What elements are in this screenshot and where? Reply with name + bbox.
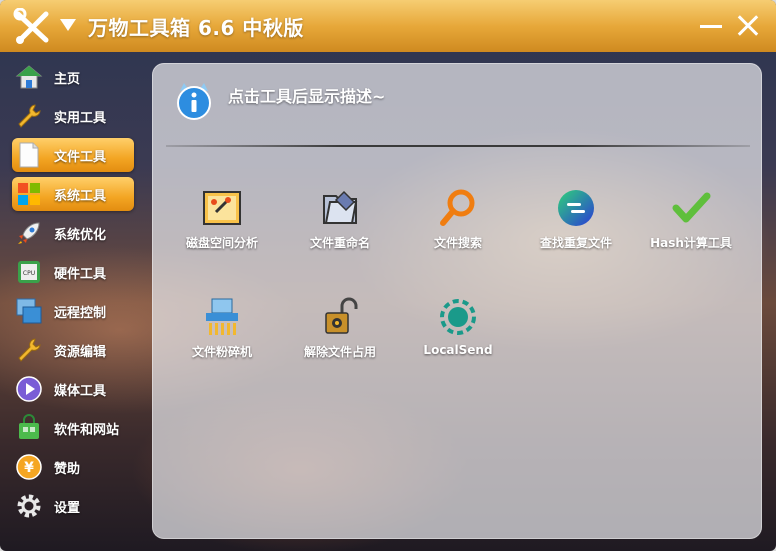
rocket-icon: [14, 218, 44, 248]
sidebar-item-software-web[interactable]: 软件和网站: [12, 411, 134, 445]
content-panel: 点击工具后显示描述~ 磁盘空间分析 文件重命名 文件搜索 查找重复文件 Hash…: [152, 63, 762, 539]
tool-duplicate-finder[interactable]: 查找重复文件: [517, 188, 635, 258]
sidebar-item-utilities[interactable]: 实用工具: [12, 99, 134, 133]
tool-file-shredder[interactable]: 文件粉碎机: [163, 297, 281, 367]
unlock-icon: [320, 297, 360, 337]
tool-description: 点击工具后显示描述~: [228, 87, 386, 106]
windows-logo-icon: [14, 179, 44, 209]
play-icon: [14, 374, 44, 404]
app-window: 万物工具箱 6.6 中秋版 主页 实用工具 文件工具 系统工具 系统优化 CPU…: [0, 0, 776, 551]
sidebar-item-media[interactable]: 媒体工具: [12, 372, 134, 406]
tool-file-rename[interactable]: 文件重命名: [281, 188, 399, 258]
wrench-icon: [14, 101, 44, 131]
app-title: 万物工具箱 6.6 中秋版: [88, 16, 304, 40]
shredder-icon: [202, 297, 242, 337]
search-icon: [438, 188, 478, 228]
sidebar-item-system-tools[interactable]: 系统工具: [12, 177, 134, 211]
tool-unlock-file[interactable]: 解除文件占用: [281, 297, 399, 367]
title-bar[interactable]: 万物工具箱 6.6 中秋版: [0, 0, 776, 52]
file-icon: [14, 140, 44, 170]
app-logo-icon[interactable]: [12, 8, 52, 46]
sidebar-item-settings[interactable]: 设置: [12, 489, 134, 523]
disk-analyzer-icon: [202, 188, 242, 228]
info-icon: [177, 83, 211, 120]
rename-folder-icon: [320, 188, 360, 228]
divider: [166, 145, 750, 147]
cpu-icon: CPU: [14, 257, 44, 287]
yuan-coin-icon: ¥: [14, 452, 44, 482]
svg-text:CPU: CPU: [23, 270, 35, 277]
sidebar-item-file-tools[interactable]: 文件工具: [12, 138, 134, 172]
sidebar-item-sponsor[interactable]: ¥ 赞助: [12, 450, 134, 484]
sidebar-item-home[interactable]: 主页: [12, 60, 134, 94]
tool-localsend[interactable]: LocalSend: [399, 297, 517, 367]
localsend-icon: [438, 297, 478, 337]
tool-file-search[interactable]: 文件搜索: [399, 188, 517, 258]
remote-screen-icon: [14, 296, 44, 326]
shopping-bag-icon: [14, 413, 44, 443]
sidebar-item-resource-edit[interactable]: 资源编辑: [12, 333, 134, 367]
checkmark-icon: [671, 188, 711, 228]
svg-text:¥: ¥: [24, 460, 34, 476]
home-icon: [14, 62, 44, 92]
sidebar-item-hardware[interactable]: CPU 硬件工具: [12, 255, 134, 289]
duplicate-finder-icon: [556, 188, 596, 228]
tool-hash-calculator[interactable]: Hash计算工具: [632, 188, 750, 258]
sidebar-item-remote[interactable]: 远程控制: [12, 294, 134, 328]
menu-dropdown-icon[interactable]: [60, 19, 76, 31]
wrench-icon: [14, 335, 44, 365]
close-button[interactable]: [734, 12, 762, 40]
minimize-button[interactable]: [697, 12, 725, 40]
tool-disk-analyzer[interactable]: 磁盘空间分析: [163, 188, 281, 258]
sidebar-item-system-optimize[interactable]: 系统优化: [12, 216, 134, 250]
gear-icon: [14, 491, 44, 521]
